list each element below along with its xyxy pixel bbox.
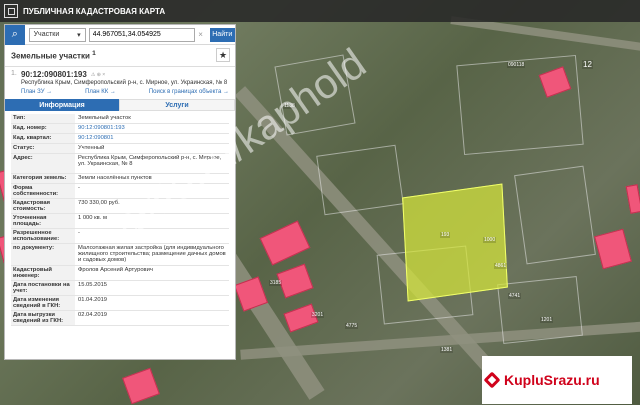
result-code: 90:12:090801:193	[21, 70, 87, 79]
attribute-key: Кад. квартал:	[11, 134, 75, 143]
map-label: 1201	[540, 317, 554, 323]
map-label: 1000	[483, 237, 497, 243]
attribute-key: Тип:	[11, 114, 75, 123]
building	[625, 184, 640, 214]
map-label: 3185	[269, 280, 283, 286]
attribute-row: Дата изменения сведений в ГКН: 01.04.2019	[11, 296, 229, 311]
plan-kk-link[interactable]: План КК →	[85, 89, 116, 95]
result-count: 1	[92, 50, 96, 58]
attribute-value: 02.04.2019	[78, 312, 108, 318]
attribute-row: Кад. квартал: 90:12:090801	[11, 134, 229, 144]
result-index: 1.	[11, 70, 17, 77]
brand-name: KupluSrazu.ru	[504, 372, 600, 388]
building	[283, 303, 319, 333]
app-title: ПУБЛИЧНАЯ КАДАСТРОВАЯ КАРТА	[23, 6, 166, 16]
status-icons: ⚠ ⊕ ×	[90, 71, 106, 78]
parcel-outline	[497, 275, 583, 345]
search-type-label: Участки	[33, 31, 60, 38]
map-label: 4775	[345, 323, 359, 329]
brand-icon	[483, 371, 501, 389]
search-bar: ⌕ Участки ▾ × Найти	[5, 24, 235, 45]
map-label: 090118	[507, 62, 526, 68]
attribute-value: 15.05.2015	[78, 282, 108, 288]
search-in-bounds-link[interactable]: Поиск в границах объекта →	[149, 89, 229, 95]
attribute-key: Дата изменения сведений в ГКН:	[11, 296, 75, 310]
attribute-key: Кадастровый инженер:	[11, 266, 75, 280]
chevron-down-icon: ▾	[77, 31, 81, 39]
attribute-row: Дата выгрузки сведений из ГКН: 02.04.2019	[11, 311, 229, 326]
attribute-key: Уточненная площадь:	[11, 214, 75, 228]
attribute-row: по документу: Малоэтажная жилая застройка…	[11, 244, 229, 266]
attribute-key: Кад. номер:	[11, 124, 75, 133]
attribute-key: Категория земель:	[11, 174, 75, 183]
attribute-value: Малоэтажная жилая застройка (для индивид…	[78, 245, 226, 263]
map-label: 3201	[311, 312, 325, 318]
brand-logo: KupluSrazu.ru	[482, 356, 632, 404]
search-type-select[interactable]: Участки ▾	[28, 27, 86, 42]
building	[122, 367, 160, 405]
search-icon[interactable]: ⌕	[5, 24, 25, 45]
search-button[interactable]: Найти	[209, 27, 235, 42]
attribute-value: 01.04.2019	[78, 297, 108, 303]
app-header: ПУБЛИЧНАЯ КАДАСТРОВАЯ КАРТА	[0, 0, 640, 22]
attribute-key: Дата выгрузки сведений из ГКН:	[11, 311, 75, 325]
attribute-row: Кадастровый инженер: Фролов Арсений Артур…	[11, 266, 229, 281]
result-title: Земельные участки 1	[11, 50, 96, 61]
tab-information[interactable]: Информация	[5, 99, 119, 111]
map-label: 4861	[494, 263, 508, 269]
parcel-outline	[514, 165, 596, 265]
building	[594, 228, 632, 270]
map-label: 4741	[508, 293, 522, 299]
attribute-key: Разрешенное использование:	[11, 229, 75, 243]
attribute-key: по документу:	[11, 244, 75, 265]
result-header: Земельные участки 1 ★	[5, 45, 235, 67]
tab-services[interactable]: Услуги	[119, 99, 235, 111]
attribute-value: Фролов Арсений Артурович	[78, 267, 153, 273]
map-label: 193	[440, 232, 451, 238]
attribute-key: Статус:	[11, 144, 75, 153]
result-title-text: Земельные участки	[11, 51, 90, 61]
map-logo-icon	[4, 4, 18, 18]
result-content: 90:12:090801:193 ⚠ ⊕ × Республика Крым, …	[21, 70, 229, 95]
building	[259, 220, 311, 266]
search-input[interactable]	[88, 27, 195, 42]
plan-zu-link[interactable]: План ЗУ →	[21, 89, 52, 95]
attribute-row: Кад. номер: 90:12:090801:193	[11, 124, 229, 134]
clear-icon[interactable]: ×	[195, 30, 207, 39]
attribute-row: Дата постановки на учет: 15.05.2015	[11, 281, 229, 296]
result-row: 1. 90:12:090801:193 ⚠ ⊕ × Республика Кры…	[11, 70, 229, 95]
attribute-key: Кадастровая стоимость:	[11, 199, 75, 213]
attribute-value[interactable]: 90:12:090801:193	[75, 124, 229, 133]
pin-icon[interactable]: ★	[216, 48, 230, 62]
map-label: 12	[582, 60, 593, 69]
attribute-key: Форма собственности:	[11, 184, 75, 198]
result-card[interactable]: 1. 90:12:090801:193 ⚠ ⊕ × Республика Кры…	[5, 67, 235, 95]
result-address: Республика Крым, Симферопольский р-н, с.…	[21, 80, 228, 86]
parcel-outline	[316, 144, 404, 216]
attribute-key: Адрес:	[11, 154, 75, 173]
attribute-key: Дата постановки на учет:	[11, 281, 75, 295]
attribute-value: Земельный участок	[78, 115, 131, 121]
map-label: 1381	[440, 347, 454, 353]
attribute-row: Тип: Земельный участок	[11, 114, 229, 124]
tabs: Информация Услуги	[5, 99, 235, 111]
result-links: План ЗУ → План КК → Поиск в границах объ…	[21, 89, 229, 95]
